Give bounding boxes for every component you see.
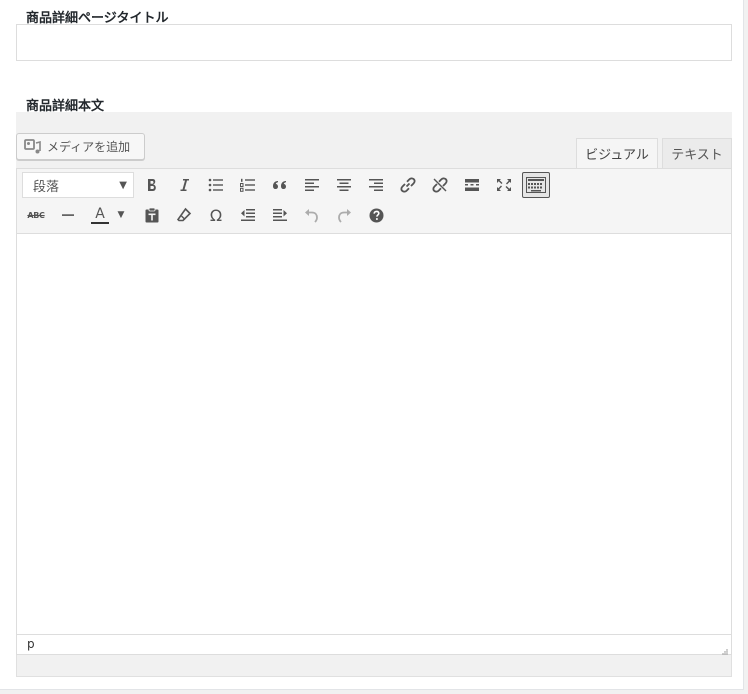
undo-icon[interactable] [298,202,326,228]
element-path[interactable]: p [27,637,35,651]
align-right-icon[interactable] [362,172,390,198]
italic-icon[interactable] [170,172,198,198]
paste-as-text-icon[interactable] [138,202,166,228]
numbered-list-icon[interactable] [234,172,262,198]
text-color-dropdown-icon[interactable]: ▼ [112,202,130,228]
content-editor-area[interactable] [16,234,732,635]
page-title-input[interactable] [16,24,732,61]
editor-status-bar: p [16,634,732,657]
omega-glyph: Ω [209,205,223,225]
indent-icon[interactable] [266,202,294,228]
redo-icon[interactable] [330,202,358,228]
editor-footer [16,655,732,677]
chevron-down-icon: ▼ [119,180,127,191]
add-media-label: メディアを追加 [47,140,131,154]
text-color-swatch [91,221,109,224]
horizontal-line-icon[interactable] [54,202,82,228]
tab-text[interactable]: テキスト [662,138,732,168]
toolbar-toggle-icon[interactable] [522,172,550,198]
link-icon[interactable] [394,172,422,198]
help-icon[interactable] [362,202,390,228]
bullet-list-icon[interactable] [202,172,230,198]
blockquote-icon[interactable] [266,172,294,198]
clear-formatting-icon[interactable] [170,202,198,228]
tab-visual[interactable]: ビジュアル [576,138,658,168]
format-select-value: 段落 [33,179,60,195]
special-character-icon[interactable]: Ω [202,202,230,228]
media-icon [24,138,42,155]
text-color-icon[interactable]: A [86,202,114,228]
read-more-icon[interactable] [458,172,486,198]
add-media-button[interactable]: メディアを追加 [16,133,145,160]
outdent-icon[interactable] [234,202,262,228]
strikethrough-icon[interactable]: ABC [22,202,50,228]
align-center-icon[interactable] [330,172,358,198]
fullscreen-icon[interactable] [490,172,518,198]
strikethrough-glyph: ABC [27,210,45,220]
unlink-icon[interactable] [426,172,454,198]
bold-icon[interactable] [138,172,166,198]
format-select[interactable]: 段落 ▼ [22,172,134,198]
align-left-icon[interactable] [298,172,326,198]
resize-handle-icon[interactable] [720,644,728,657]
text-color-glyph: A [95,205,105,222]
